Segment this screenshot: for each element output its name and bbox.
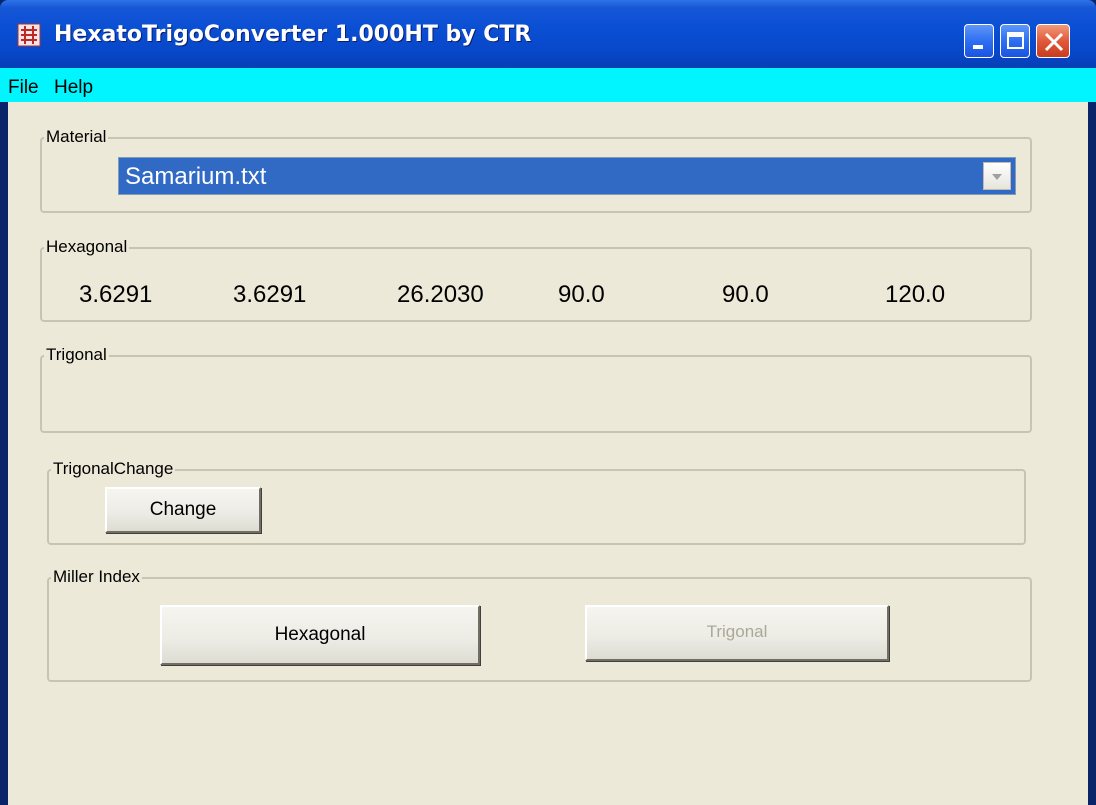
material-group-label: Material	[44, 127, 109, 147]
window-title: HexatoTrigoConverter 1.000HT by CTR	[54, 22, 532, 47]
change-button[interactable]: Change	[105, 487, 261, 533]
minimize-button[interactable]	[964, 24, 994, 58]
app-icon	[16, 22, 42, 48]
close-button[interactable]	[1036, 24, 1070, 58]
hexagonal-group-label: Hexagonal	[44, 237, 130, 257]
hex-value-a: 3.6291	[79, 281, 153, 308]
maximize-icon	[1007, 32, 1024, 49]
menu-file[interactable]: File	[8, 77, 39, 99]
menu-help[interactable]: Help	[54, 77, 93, 99]
hexagonal-group: Hexagonal 3.6291 3.6291 26.2030 90.0 90.…	[40, 237, 1032, 322]
title-bar[interactable]: HexatoTrigoConverter 1.000HT by CTR	[0, 0, 1096, 68]
hexagonal-button[interactable]: Hexagonal	[160, 605, 480, 665]
material-selected-value: Samarium.txt	[125, 163, 267, 190]
hex-value-beta: 90.0	[722, 281, 769, 308]
trigonal-change-group: TrigonalChange Change	[47, 459, 1026, 545]
hex-value-b: 3.6291	[233, 281, 307, 308]
close-icon	[1044, 32, 1064, 52]
chevron-down-icon[interactable]	[983, 162, 1011, 190]
minimize-icon	[973, 45, 983, 49]
trigonal-group-label: Trigonal	[44, 345, 109, 365]
miller-index-group-label: Miller Index	[51, 567, 142, 587]
trigonal-group: Trigonal	[40, 345, 1032, 433]
hex-value-c: 26.2030	[397, 281, 484, 308]
material-combobox[interactable]: Samarium.txt	[118, 157, 1016, 195]
miller-index-group: Miller Index Hexagonal Trigonal	[47, 567, 1032, 682]
hex-value-gamma: 120.0	[885, 281, 946, 308]
menu-bar: File Help	[0, 68, 1096, 102]
maximize-button[interactable]	[1000, 24, 1030, 58]
trigonal-change-group-label: TrigonalChange	[51, 459, 176, 479]
trigonal-button[interactable]: Trigonal	[585, 605, 889, 661]
app-window: HexatoTrigoConverter 1.000HT by CTR File…	[0, 0, 1096, 805]
hex-value-alpha: 90.0	[558, 281, 605, 308]
material-group: Material Samarium.txt	[40, 127, 1032, 213]
client-area: Material Samarium.txt Hexagonal 3.6291 3…	[8, 102, 1088, 805]
